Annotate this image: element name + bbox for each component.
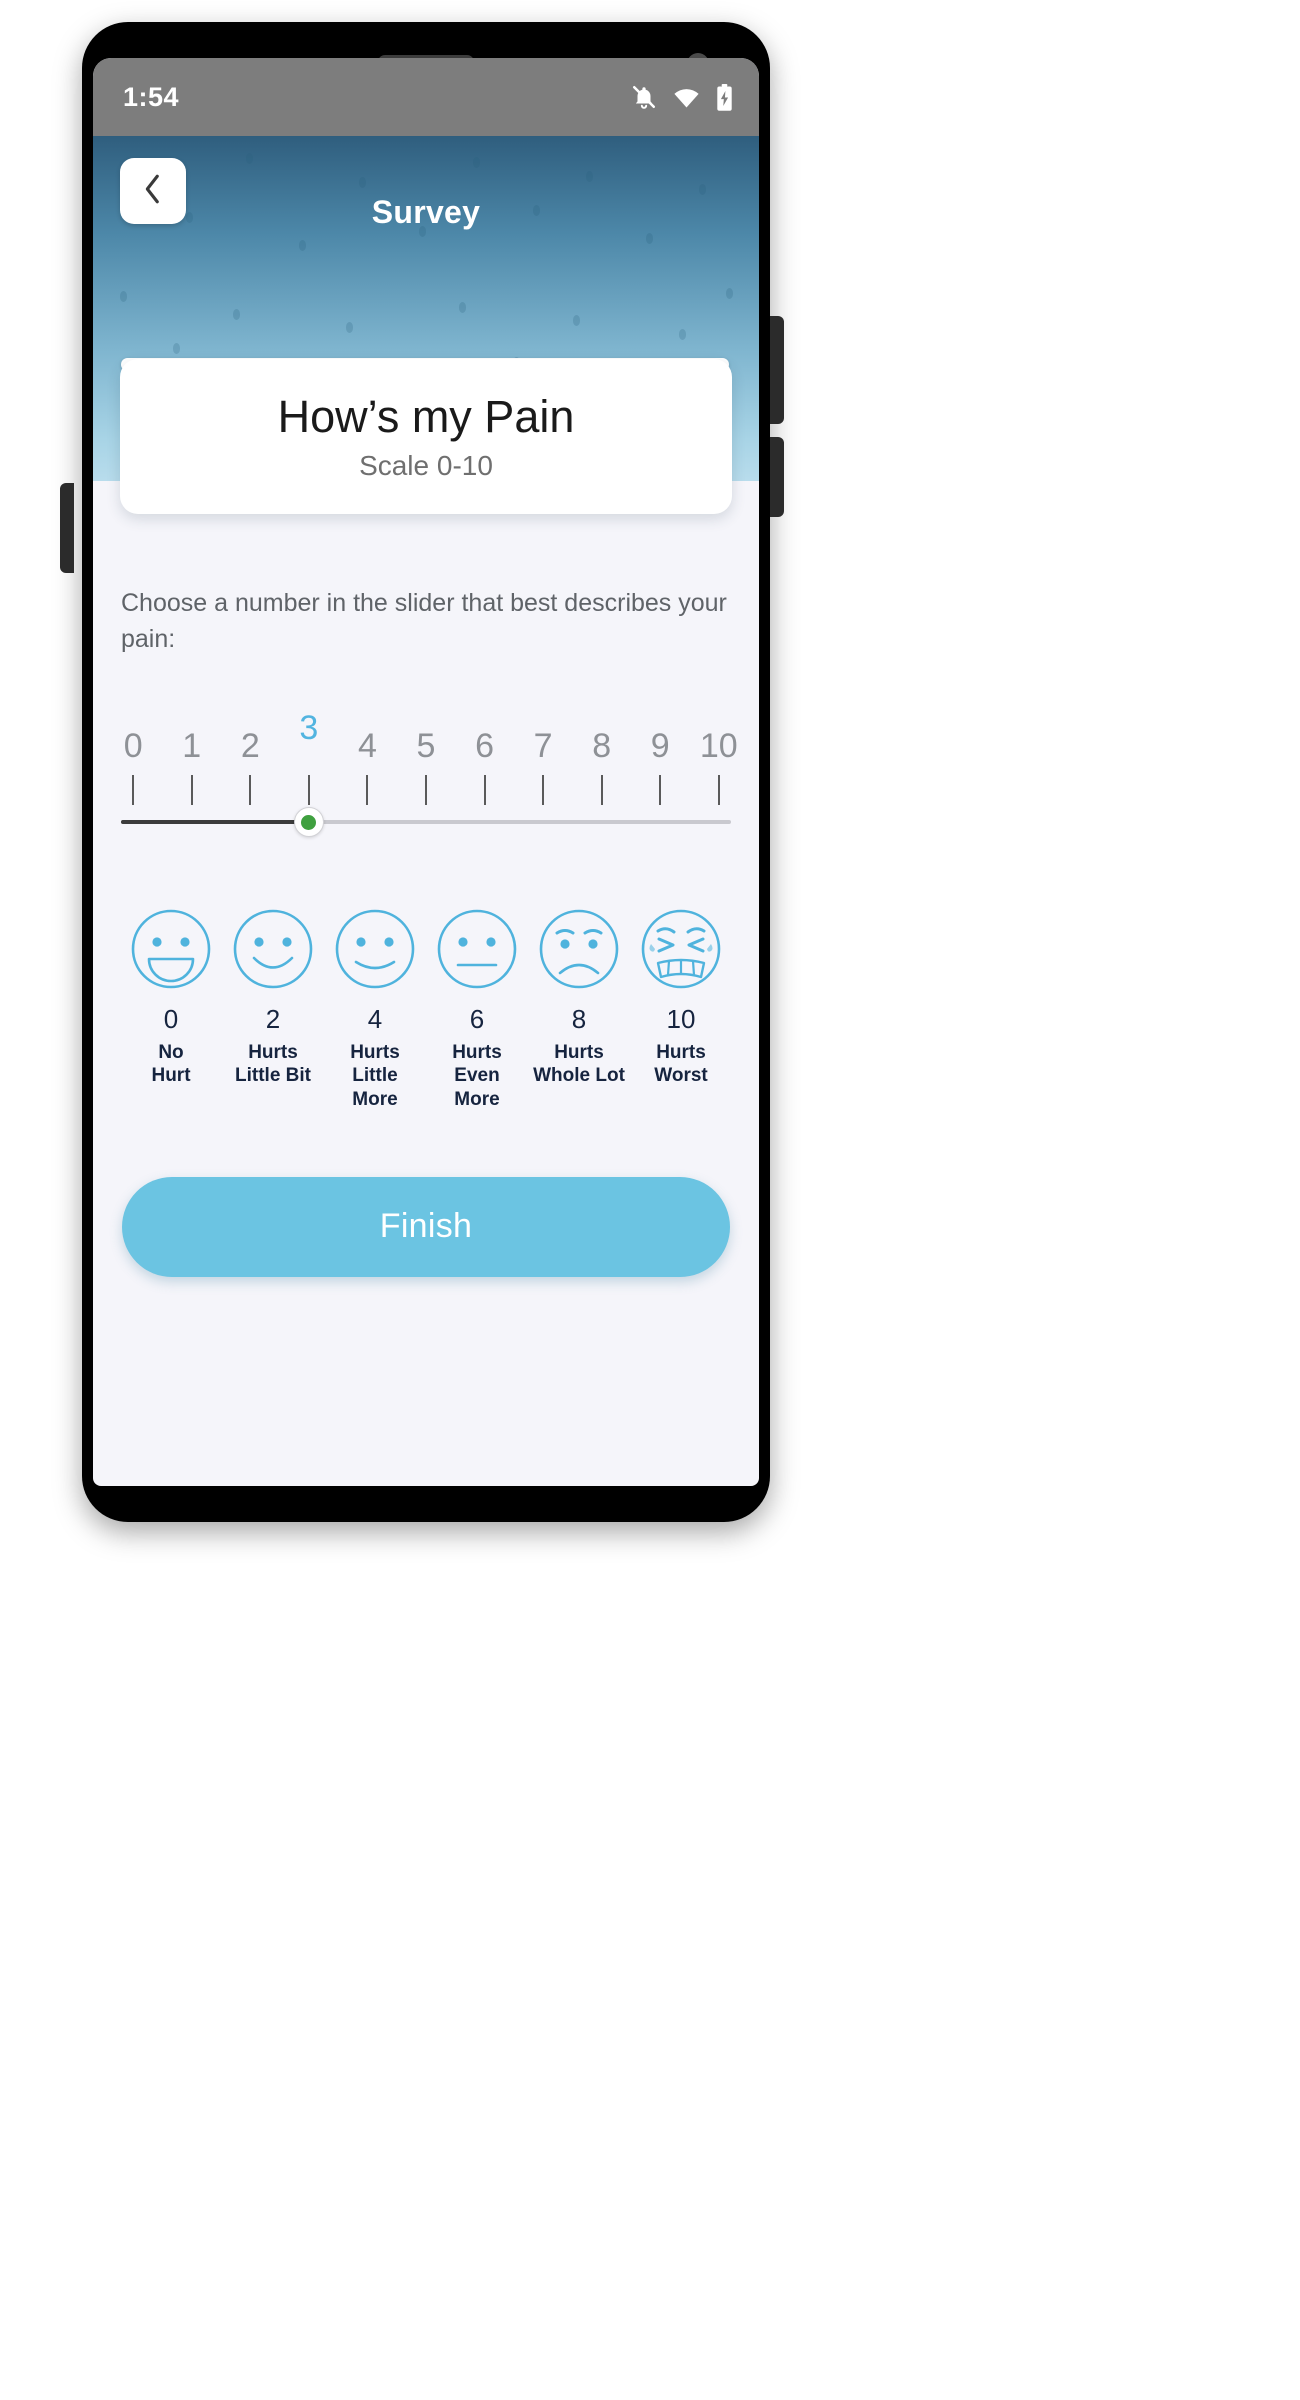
header-bar: Survey — [93, 136, 759, 256]
slider-track-fill — [121, 820, 309, 825]
face-label-line2: Hurt — [151, 1065, 191, 1087]
face-label-8: Hurts Whole Lot — [531, 1041, 627, 1087]
slider-tick-4 — [366, 775, 369, 806]
face-label-2: Hurts Little Bit — [225, 1041, 321, 1087]
slider-tick-9 — [659, 775, 662, 806]
face-label-line1: Hurts — [554, 1042, 604, 1064]
status-bar: 1:54 — [93, 58, 759, 136]
slider-tick-8 — [600, 775, 603, 806]
face-label-line1: Hurts — [350, 1042, 400, 1064]
slider-number-10[interactable]: 10 — [700, 729, 738, 763]
status-bar-icons — [631, 83, 733, 111]
face-label-line1: Hurts — [452, 1042, 502, 1064]
face-option-6[interactable]: 6 Hurts Even More — [429, 907, 525, 1111]
face-label-line2: Little More — [352, 1065, 398, 1110]
face-value-2: 2 — [265, 1004, 281, 1035]
battery-charging-icon — [716, 83, 733, 111]
volume-up-button[interactable] — [770, 316, 784, 424]
slider-tick-7 — [542, 775, 545, 806]
phone-screen: 1:54 Survey How’s my Pain Scale 0-10 Cho… — [93, 58, 759, 1486]
face-label-line2: Even More — [454, 1065, 500, 1110]
face-label-line1: Hurts — [248, 1042, 298, 1064]
slider-number-7[interactable]: 7 — [534, 729, 553, 763]
slider-tick-3 — [307, 775, 310, 806]
slider-number-2[interactable]: 2 — [241, 729, 260, 763]
face-value-4: 4 — [367, 1004, 383, 1035]
slider-tick-6 — [483, 775, 486, 806]
slider-tick-5 — [425, 775, 427, 806]
wifi-icon — [673, 86, 700, 108]
face-option-8[interactable]: 8 Hurts Whole Lot — [531, 907, 627, 1111]
question-title: How’s my Pain — [277, 391, 575, 442]
face-label-0: No Hurt — [123, 1041, 219, 1087]
slider-tick-2 — [249, 775, 252, 806]
face-label-10: Hurts Worst — [633, 1041, 729, 1087]
face-option-0[interactable]: 0 No Hurt — [123, 907, 219, 1111]
face-crying-icon — [633, 907, 729, 995]
slider-number-5[interactable]: 5 — [417, 729, 436, 763]
page-title: Survey — [371, 193, 481, 230]
slider-tick-marks — [121, 775, 731, 806]
face-slight-smile-icon — [327, 907, 423, 995]
slider-thumb[interactable] — [293, 807, 324, 838]
face-smiling-icon — [225, 907, 321, 995]
face-value-8: 8 — [571, 1004, 587, 1035]
notifications-off-icon — [631, 84, 657, 110]
face-grinning-icon — [123, 907, 219, 995]
question-subtitle: Scale 0-10 — [359, 450, 493, 482]
volume-down-button[interactable] — [770, 437, 784, 517]
slider-tick-1 — [190, 775, 193, 806]
screenshot-root: 1:54 Survey How’s my Pain Scale 0-10 Cho… — [0, 0, 1300, 2400]
face-value-6: 6 — [469, 1004, 485, 1035]
pain-slider[interactable]: 0 1 2 3 4 5 6 7 8 9 10 — [121, 711, 738, 845]
slider-number-3[interactable]: 3 — [299, 711, 318, 745]
slider-number-labels: 0 1 2 3 4 5 6 7 8 9 10 — [121, 711, 738, 763]
slider-thumb-dot — [301, 814, 317, 830]
finish-button[interactable]: Finish — [122, 1176, 730, 1277]
slider-number-1[interactable]: 1 — [182, 729, 201, 763]
slider-tick-10 — [717, 775, 720, 806]
slider-tick-0 — [132, 775, 135, 806]
face-value-0: 0 — [163, 1004, 179, 1035]
face-label-line1: No — [158, 1042, 184, 1064]
face-label-line2: Whole Lot — [533, 1065, 625, 1087]
instruction-text: Choose a number in the slider that best … — [121, 589, 727, 653]
face-option-2[interactable]: 2 Hurts Little Bit — [225, 907, 321, 1111]
chevron-left-icon — [141, 172, 165, 211]
survey-body: Choose a number in the slider that best … — [93, 586, 759, 1277]
power-button[interactable] — [60, 483, 74, 573]
slider-number-4[interactable]: 4 — [358, 729, 377, 763]
face-option-10[interactable]: 10 Hurts Worst — [633, 907, 729, 1111]
slider-number-8[interactable]: 8 — [592, 729, 611, 763]
face-option-4[interactable]: 4 Hurts Little More — [327, 907, 423, 1111]
status-bar-clock: 1:54 — [123, 81, 180, 112]
face-neutral-icon — [429, 907, 525, 995]
face-label-line2: Worst — [654, 1065, 708, 1087]
slider-number-9[interactable]: 9 — [651, 729, 670, 763]
back-button[interactable] — [120, 158, 186, 224]
face-value-10: 10 — [666, 1004, 696, 1035]
face-label-line2: Little Bit — [235, 1065, 311, 1087]
slider-number-6[interactable]: 6 — [475, 729, 494, 763]
face-frowning-icon — [531, 907, 627, 995]
question-card: How’s my Pain Scale 0-10 — [120, 359, 732, 515]
face-label-4: Hurts Little More — [327, 1041, 423, 1111]
face-label-6: Hurts Even More — [429, 1041, 525, 1111]
slider-number-0[interactable]: 0 — [124, 729, 143, 763]
finish-button-wrapper: Finish — [121, 1176, 731, 1277]
face-label-line1: Hurts — [656, 1042, 706, 1064]
slider-track-row[interactable] — [121, 807, 731, 838]
question-card-wrapper: How’s my Pain Scale 0-10 — [93, 359, 759, 515]
wong-baker-face-scale: 0 No Hurt 2 Hurts Little Bit 4 Hurts Little More… — [121, 907, 731, 1111]
